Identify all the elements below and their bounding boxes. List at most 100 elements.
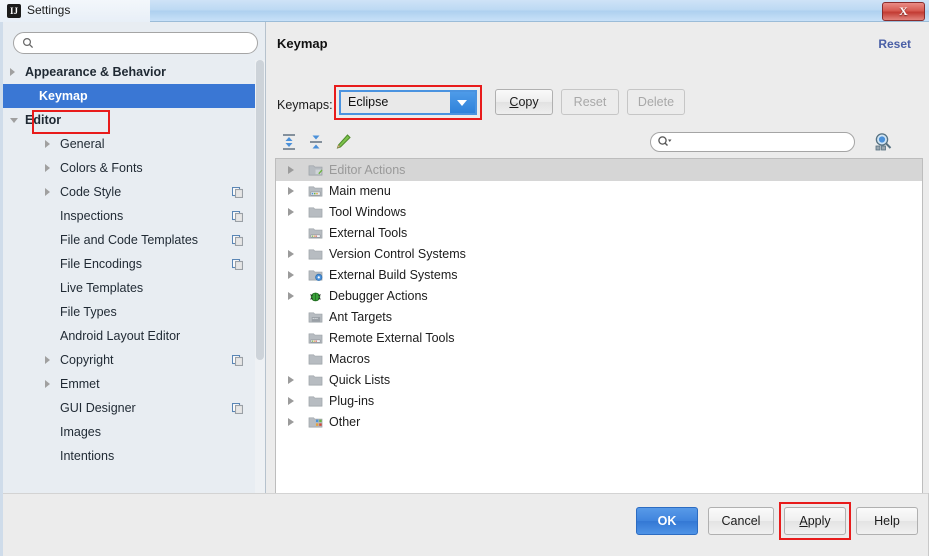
- apply-button[interactable]: Apply: [784, 507, 846, 535]
- sidebar-item-file-encodings[interactable]: File Encodings: [3, 252, 255, 276]
- sidebar-item-appearance-behavior[interactable]: Appearance & Behavior: [3, 60, 255, 84]
- keymap-select[interactable]: Eclipse: [339, 90, 477, 115]
- copy-settings-icon[interactable]: [232, 211, 243, 222]
- sidebar-item-gui-designer[interactable]: GUI Designer: [3, 396, 255, 420]
- keymap-tree-row[interactable]: Ant Targets: [276, 306, 922, 328]
- chevron-right-icon[interactable]: [45, 164, 50, 172]
- settings-category-tree[interactable]: Appearance & BehaviorKeymapEditorGeneral…: [3, 60, 255, 493]
- chevron-right-icon[interactable]: [288, 397, 294, 405]
- keymap-tree-row[interactable]: Plug-ins: [276, 390, 922, 412]
- delete-button[interactable]: Delete: [627, 89, 685, 115]
- sidebar-item-label: File Encodings: [60, 252, 142, 276]
- keymap-tree-row-label: Ant Targets: [329, 306, 392, 328]
- chevron-right-icon[interactable]: [288, 271, 294, 279]
- sidebar-item-general[interactable]: General: [3, 132, 255, 156]
- other-icon: [308, 415, 323, 429]
- chevron-down-glyph: [457, 100, 467, 106]
- chevron-right-icon[interactable]: [288, 166, 294, 174]
- reset-button[interactable]: Reset: [561, 89, 619, 115]
- reset-link[interactable]: Reset: [878, 37, 911, 51]
- sidebar-item-file-types[interactable]: File Types: [3, 300, 255, 324]
- keymap-tree-row[interactable]: Other: [276, 411, 922, 433]
- shortcut-search-input[interactable]: [650, 132, 855, 152]
- folder-icon: [308, 205, 323, 219]
- sidebar-item-label: Code Style: [60, 180, 121, 204]
- sidebar-item-intentions[interactable]: Intentions: [3, 444, 255, 468]
- collapse-all-icon[interactable]: [306, 132, 326, 152]
- chevron-right-icon[interactable]: [288, 418, 294, 426]
- keymap-tree-row[interactable]: Macros: [276, 348, 922, 370]
- keymap-tree-row[interactable]: External Build Systems: [276, 264, 922, 286]
- folder-icon: [308, 394, 323, 408]
- chevron-right-icon[interactable]: [288, 292, 294, 300]
- chevron-right-icon[interactable]: [45, 380, 50, 388]
- chevron-right-icon[interactable]: [45, 356, 50, 364]
- sidebar-item-live-templates[interactable]: Live Templates: [3, 276, 255, 300]
- sidebar-scrollbar[interactable]: [255, 60, 265, 493]
- sidebar-item-keymap[interactable]: Keymap: [3, 84, 255, 108]
- dialog-footer: OK Cancel Apply Help: [3, 493, 928, 555]
- editor-actions-icon: [308, 163, 323, 177]
- keymap-tree-row[interactable]: Remote External Tools: [276, 327, 922, 349]
- chevron-right-icon[interactable]: [45, 188, 50, 196]
- sidebar-item-label: File Types: [60, 300, 117, 324]
- ant-targets-icon: [308, 310, 323, 324]
- keymap-tree-row-label: Debugger Actions: [329, 285, 428, 307]
- keymap-tree-row[interactable]: Tool Windows: [276, 201, 922, 223]
- sidebar-scrollbar-thumb[interactable]: [256, 60, 264, 360]
- folder-icon: [308, 247, 323, 261]
- copy-settings-icon[interactable]: [232, 403, 243, 414]
- copy-settings-icon[interactable]: [232, 259, 243, 270]
- sidebar-item-android-layout-editor[interactable]: Android Layout Editor: [3, 324, 255, 348]
- debugger-bug-icon: [308, 289, 323, 303]
- chevron-down-icon[interactable]: [450, 92, 475, 113]
- copy-settings-icon[interactable]: [232, 187, 243, 198]
- copy-button[interactable]: Copy: [495, 89, 553, 115]
- chevron-down-icon[interactable]: [10, 118, 18, 127]
- help-button[interactable]: Help: [856, 507, 918, 535]
- chevron-right-icon[interactable]: [288, 250, 294, 258]
- sidebar-item-copyright[interactable]: Copyright: [3, 348, 255, 372]
- keymap-select-value: Eclipse: [348, 95, 388, 109]
- sidebar-item-editor[interactable]: Editor: [3, 108, 255, 132]
- find-by-shortcut-icon[interactable]: [872, 131, 894, 153]
- copy-settings-icon[interactable]: [232, 355, 243, 366]
- copy-settings-icon[interactable]: [232, 235, 243, 246]
- chevron-right-icon[interactable]: [288, 376, 294, 384]
- sidebar-item-label: Keymap: [39, 84, 88, 108]
- sidebar-item-code-style[interactable]: Code Style: [3, 180, 255, 204]
- search-input[interactable]: [13, 32, 258, 54]
- keymap-tree-row-label: Editor Actions: [329, 159, 405, 181]
- sidebar-item-inspections[interactable]: Inspections: [3, 204, 255, 228]
- chevron-right-icon[interactable]: [45, 140, 50, 148]
- keymap-tree-row[interactable]: Editor Actions: [276, 159, 922, 181]
- apply-button-mnemonic: A: [799, 514, 807, 528]
- keymap-tree-row[interactable]: Debugger Actions: [276, 285, 922, 307]
- keymaps-label: Keymaps:: [277, 98, 333, 112]
- keymap-actions-tree[interactable]: Editor ActionsMain menuTool WindowsExter…: [275, 158, 923, 513]
- chevron-right-icon[interactable]: [288, 187, 294, 195]
- sidebar-item-colors-fonts[interactable]: Colors & Fonts: [3, 156, 255, 180]
- ok-button[interactable]: OK: [636, 507, 698, 535]
- keymap-tree-row[interactable]: Quick Lists: [276, 369, 922, 391]
- edit-pencil-icon[interactable]: [333, 132, 353, 152]
- expand-all-icon[interactable]: [279, 132, 299, 152]
- sidebar-item-images[interactable]: Images: [3, 420, 255, 444]
- close-icon[interactable]: X: [882, 2, 925, 21]
- keymap-tree-row[interactable]: Version Control Systems: [276, 243, 922, 265]
- dialog-titlebar: IJ Settings X: [0, 0, 929, 22]
- keymap-tree-row-label: Other: [329, 411, 360, 433]
- keymap-tree-row[interactable]: Main menu: [276, 180, 922, 202]
- sidebar-item-label: Editor: [25, 108, 61, 132]
- sidebar-item-file-and-code-templates[interactable]: File and Code Templates: [3, 228, 255, 252]
- external-build-systems-icon: [308, 268, 323, 282]
- folder-icon: [308, 373, 323, 387]
- copy-button-mnemonic: C: [509, 95, 518, 109]
- sidebar-item-emmet[interactable]: Emmet: [3, 372, 255, 396]
- cancel-button[interactable]: Cancel: [708, 507, 774, 535]
- keymap-panel: Keymap Reset Keymaps: Eclipse Copy Reset…: [267, 22, 929, 493]
- titlebar-left-fill: [0, 0, 150, 22]
- keymap-tree-row[interactable]: External Tools: [276, 222, 922, 244]
- chevron-right-icon[interactable]: [10, 68, 15, 76]
- chevron-right-icon[interactable]: [288, 208, 294, 216]
